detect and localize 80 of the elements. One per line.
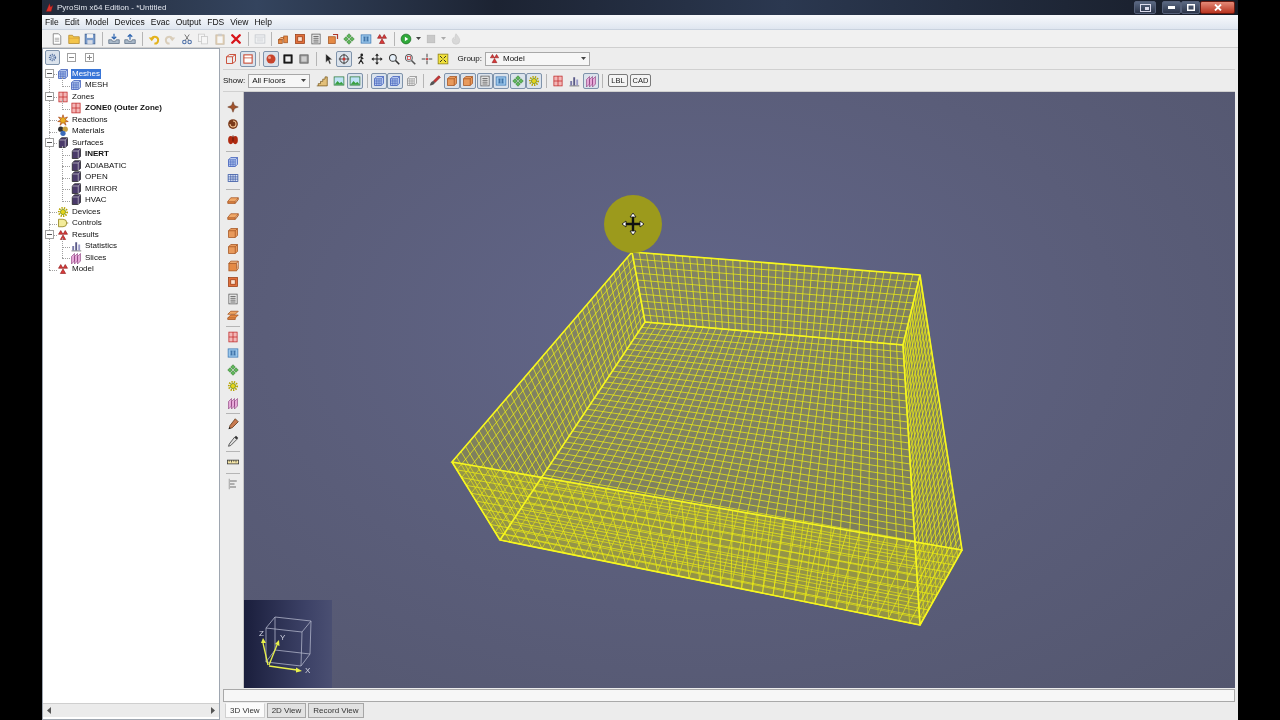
tree-item[interactable]: HVAC <box>84 195 108 206</box>
menu-item[interactable]: File <box>42 17 62 27</box>
group-label: Group: <box>457 54 482 63</box>
view-tab[interactable]: 3D View <box>225 703 265 718</box>
show-label: Show: <box>223 76 246 85</box>
menu-item[interactable]: Help <box>251 17 275 27</box>
menu-item[interactable]: View <box>227 17 252 27</box>
menu-item[interactable]: Devices <box>111 17 148 27</box>
close-icon <box>1213 4 1222 11</box>
tree-item[interactable]: Reactions <box>71 114 109 125</box>
maximize-icon <box>1186 4 1195 11</box>
pyramids-icon <box>488 53 500 64</box>
tree-item[interactable]: Statistics <box>84 241 118 252</box>
bar-chart-icon <box>70 240 82 253</box>
collapse-icon[interactable] <box>45 230 54 240</box>
floor-dropdown[interactable]: All Floors <box>248 73 311 88</box>
collapse-icon[interactable] <box>45 92 54 102</box>
minimize-icon <box>1168 6 1175 9</box>
sun-icon <box>57 205 69 218</box>
window-button[interactable] <box>1134 1 1156 14</box>
grid-panel-icon <box>70 102 82 115</box>
close-button[interactable] <box>1200 1 1235 14</box>
menu-item[interactable]: Output <box>172 17 205 27</box>
cube-icon <box>70 148 82 161</box>
tree-item[interactable]: Devices <box>71 206 102 217</box>
tree-item[interactable]: Results <box>71 229 100 240</box>
grid-panel-icon <box>57 90 69 103</box>
tree-item[interactable]: ZONE0 (Outer Zone) <box>84 103 163 114</box>
axis-label: Z <box>259 629 264 638</box>
3d-viewport[interactable]: Z Y X <box>244 92 1235 688</box>
logo-icon <box>45 2 54 13</box>
screen-icon <box>1139 3 1151 12</box>
cube-icon <box>70 171 82 184</box>
scroll-left-icon[interactable] <box>47 707 51 714</box>
mesh-cube-icon <box>70 79 82 92</box>
pyramids-icon <box>57 263 69 276</box>
caret-icon[interactable] <box>415 37 421 40</box>
tree-item[interactable]: INERT <box>84 149 110 160</box>
caret-icon <box>580 57 586 60</box>
tree-item[interactable]: Materials <box>71 126 106 137</box>
cube-icon <box>70 159 82 172</box>
tree-item[interactable]: OPEN <box>84 172 109 183</box>
view-tab[interactable]: Record View <box>308 703 364 718</box>
collapse-icon[interactable] <box>45 138 54 148</box>
collapse-icon[interactable] <box>45 69 54 79</box>
horizontal-scrollbar[interactable] <box>43 703 219 717</box>
mesh-cube-icon <box>57 67 69 80</box>
cube-icon <box>57 136 69 149</box>
scroll-right-icon[interactable] <box>211 707 215 714</box>
group-dropdown[interactable]: Model <box>484 51 590 66</box>
ruler-icon[interactable] <box>227 459 239 466</box>
axis-label: Y <box>280 633 286 642</box>
menu-item[interactable]: Edit <box>61 17 83 27</box>
caret-icon <box>301 79 307 82</box>
tree-item[interactable]: Meshes <box>71 68 101 79</box>
menu-item[interactable]: Evac <box>147 17 173 27</box>
starburst-icon <box>57 113 69 126</box>
slices-icon <box>70 251 82 264</box>
tree-item[interactable]: Slices <box>84 252 108 263</box>
tree-item[interactable]: Model <box>71 264 95 275</box>
spheres-icon <box>57 125 69 138</box>
tree-item[interactable]: ADIABATIC <box>84 160 128 171</box>
tree-item[interactable]: MIRROR <box>84 183 119 194</box>
tree-item[interactable]: Surfaces <box>71 137 105 148</box>
menu-item[interactable]: Model <box>82 17 112 27</box>
menu-item[interactable]: FDS <box>204 17 228 27</box>
cube-icon <box>70 182 82 195</box>
axis-label: X <box>305 666 311 675</box>
tree-item[interactable]: MESH <box>84 80 110 91</box>
window-title: PyroSim x64 Edition - *Untitled <box>57 3 167 12</box>
tree-item[interactable]: Zones <box>71 91 96 102</box>
maximize-button[interactable] <box>1181 1 1200 14</box>
logic-gate-icon <box>57 217 69 230</box>
axes-cube-drawing <box>261 616 312 673</box>
view-tab[interactable]: 2D View <box>266 703 307 718</box>
tree-item[interactable]: Controls <box>71 218 103 229</box>
move-cursor-icon <box>603 194 663 254</box>
pyramids-icon <box>57 228 69 241</box>
minimize-button[interactable] <box>1162 1 1181 14</box>
cube-icon <box>70 194 82 207</box>
